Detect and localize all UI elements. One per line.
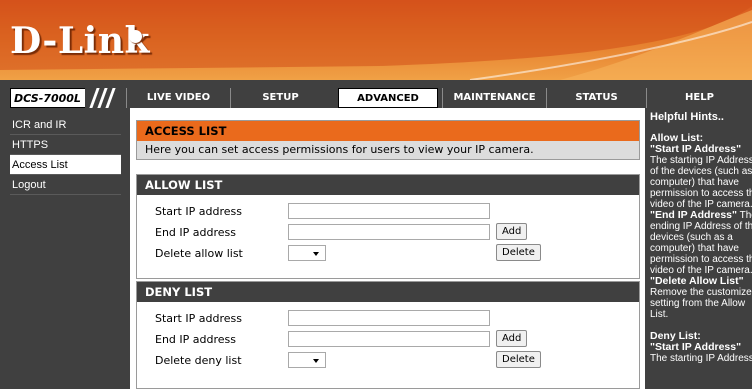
help-allow-start-line: computer) that have [650,177,739,188]
help-allow-end-line: permission to access the [650,254,752,265]
tab-help[interactable]: HELP [646,88,752,108]
brand-header: D-Link [0,0,752,80]
allow-start-ip-input[interactable] [288,203,490,219]
help-title: Helpful Hints.. [650,111,724,123]
allow-delete-select[interactable] [288,245,326,261]
tab-setup[interactable]: SETUP [230,88,330,108]
help-allow-start-heading: "Start IP Address" [650,143,742,155]
deny-delete-button[interactable]: Delete [496,351,541,368]
deny-start-ip-input[interactable] [288,310,490,326]
tab-maintenance[interactable]: MAINTENANCE [442,88,546,108]
deny-list-section: DENY LIST Start IP address End IP addres… [136,281,640,389]
sidebar-item-logout[interactable]: Logout [10,175,121,195]
deny-add-button[interactable]: Add [496,330,528,347]
help-allow-delete-line: Remove the customized [650,287,752,298]
help-allow-start-line: The starting IP Address [650,155,752,166]
sidebar: ICR and IR HTTPS Access List Logout [10,115,121,389]
help-deny-start-heading: "Start IP Address" [650,341,742,353]
access-list-intro: Here you can set access permissions for … [137,141,639,159]
help-deny-start-line: The starting IP Address [650,353,752,364]
help-allow-end-heading: "End IP Address" [650,209,737,221]
allow-list-section: ALLOW LIST Start IP address End IP addre… [136,174,640,279]
deny-delete-select[interactable] [288,352,326,368]
help-allow-start-line: of the devices (such as [650,166,752,177]
allow-start-label: Start IP address [155,205,242,218]
chevron-down-icon [313,252,319,256]
deny-end-label: End IP address [155,333,236,346]
deny-start-label: Start IP address [155,312,242,325]
tab-live-video[interactable]: LIVE VIDEO [126,88,230,108]
help-allow-end-line: devices (such as a [650,232,733,243]
chevron-down-icon [313,359,319,363]
tab-advanced[interactable]: ADVANCED [338,88,438,108]
help-allow-delete-line: List. [650,309,669,320]
access-list-title: ACCESS LIST [137,121,639,141]
sidebar-item-icr-and-ir[interactable]: ICR and IR [10,115,121,135]
allow-add-button[interactable]: Add [496,223,528,240]
model-slashes [85,88,120,108]
help-allow-delete-line: setting from the Allow [650,298,746,309]
allow-delete-label: Delete allow list [155,247,243,260]
access-list-section: ACCESS LIST Here you can set access perm… [136,120,640,160]
help-panel: Helpful Hints.. Allow List: "Start IP Ad… [647,110,752,389]
tab-status[interactable]: STATUS [546,88,646,108]
dlink-logo: D-Link [10,20,150,62]
deny-list-title: DENY LIST [137,282,639,302]
logo-dot [129,30,142,43]
help-allow-start-line: permission to access the [650,188,752,199]
allow-list-title: ALLOW LIST [137,175,639,195]
help-allow-end-line: ending IP Address of the [650,221,752,232]
help-allow-delete-heading: "Delete Allow List" [650,275,744,287]
allow-delete-button[interactable]: Delete [496,244,541,261]
allow-end-label: End IP address [155,226,236,239]
deny-end-ip-input[interactable] [288,331,490,347]
help-allow-end-line: computer) that have [650,243,739,254]
nav-strip [0,80,752,88]
allow-end-ip-input[interactable] [288,224,490,240]
sidebar-item-https[interactable]: HTTPS [10,135,121,155]
help-allow-end-suffix: The [739,210,752,221]
sidebar-item-access-list[interactable]: Access List [10,155,121,175]
deny-delete-label: Delete deny list [155,354,242,367]
main-content: ACCESS LIST Here you can set access perm… [130,108,645,389]
